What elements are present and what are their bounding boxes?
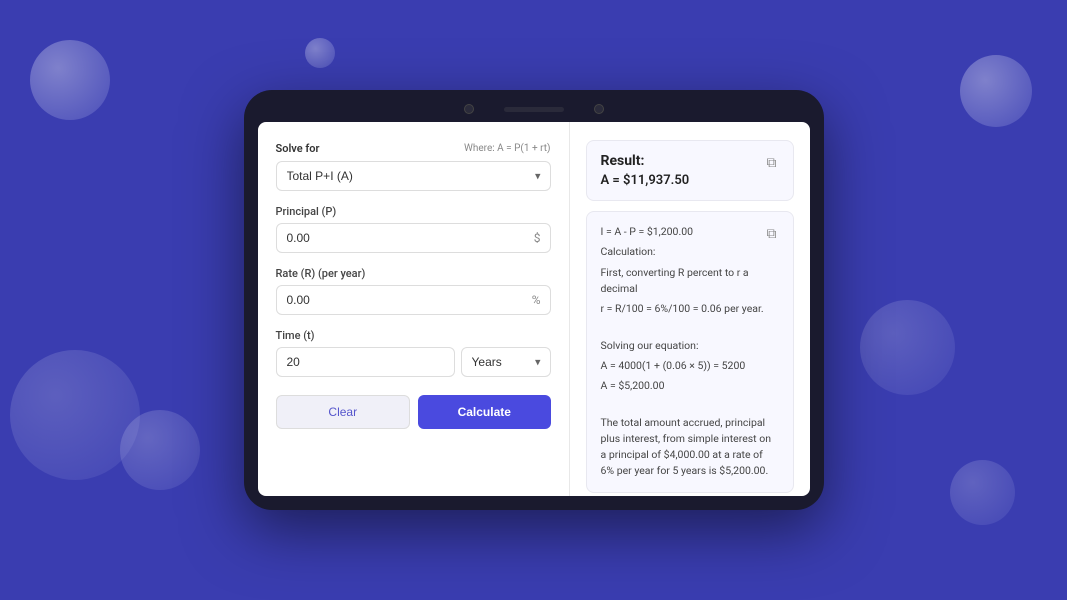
tablet-frame: Solve for Where: A = P(1 + rt) Total P+I… bbox=[244, 90, 824, 510]
rate-input[interactable] bbox=[276, 285, 551, 315]
detail-line-4: r = R/100 = 6%/100 = 0.06 per year. bbox=[601, 301, 779, 317]
detail-line-3: First, converting R percent to r a decim… bbox=[601, 265, 779, 298]
tablet-screen: Solve for Where: A = P(1 + rt) Total P+I… bbox=[258, 122, 810, 496]
result-box: Result: A = $11,937.50 ⧉ bbox=[586, 140, 794, 201]
bubble-1 bbox=[30, 40, 110, 120]
result-title: Result: bbox=[601, 153, 779, 169]
result-value: A = $11,937.50 bbox=[601, 173, 779, 188]
time-input[interactable] bbox=[276, 347, 455, 377]
time-unit-select[interactable]: Years Months Days bbox=[461, 347, 551, 377]
time-label: Time (t) bbox=[276, 329, 551, 342]
detail-line-6: Solving our equation: bbox=[601, 338, 779, 354]
tablet-top-bar bbox=[258, 104, 810, 114]
formula-hint: Where: A = P(1 + rt) bbox=[464, 143, 551, 154]
detail-line-1: I = A - P = $1,200.00 bbox=[601, 224, 779, 240]
rate-label: Rate (R) (per year) bbox=[276, 267, 551, 280]
rate-input-wrapper: % bbox=[276, 285, 551, 315]
detail-line-10: The total amount accrued, principal plus… bbox=[601, 415, 779, 480]
copy-detail-button[interactable]: ⧉ bbox=[761, 222, 783, 244]
left-panel: Solve for Where: A = P(1 + rt) Total P+I… bbox=[258, 122, 570, 496]
detail-box: ⧉ I = A - P = $1,200.00 Calculation: Fir… bbox=[586, 211, 794, 493]
speaker bbox=[504, 107, 564, 112]
clear-button[interactable]: Clear bbox=[276, 395, 411, 429]
camera bbox=[464, 104, 474, 114]
bubble-3 bbox=[960, 55, 1032, 127]
camera-right bbox=[594, 104, 604, 114]
solve-for-section: Solve for Where: A = P(1 + rt) Total P+I… bbox=[276, 142, 551, 191]
principal-input-wrapper: $ bbox=[276, 223, 551, 253]
buttons-row: Clear Calculate bbox=[276, 395, 551, 429]
time-input-wrapper: Years Months Days ▾ bbox=[276, 347, 551, 377]
solve-for-select[interactable]: Total P+I (A) Principal (P) Rate (R) Tim… bbox=[276, 161, 551, 191]
principal-label: Principal (P) bbox=[276, 205, 551, 218]
copy-result-button[interactable]: ⧉ bbox=[761, 151, 783, 173]
rate-section: Rate (R) (per year) % bbox=[276, 267, 551, 315]
right-panel: Result: A = $11,937.50 ⧉ ⧉ I = A - P = $… bbox=[570, 122, 810, 496]
time-unit-select-wrapper[interactable]: Years Months Days ▾ bbox=[461, 347, 551, 377]
calculate-button[interactable]: Calculate bbox=[418, 395, 551, 429]
detail-line-2: Calculation: bbox=[601, 244, 779, 260]
solve-for-label: Solve for bbox=[276, 142, 320, 155]
bubble-2 bbox=[305, 38, 335, 68]
detail-line-7: A = 4000(1 + (0.06 × 5)) = 5200 bbox=[601, 358, 779, 374]
bubble-4 bbox=[10, 350, 140, 480]
detail-line-8: A = $5,200.00 bbox=[601, 378, 779, 394]
time-section: Time (t) Years Months Days ▾ bbox=[276, 329, 551, 377]
principal-section: Principal (P) $ bbox=[276, 205, 551, 253]
principal-input[interactable] bbox=[276, 223, 551, 253]
bubble-5 bbox=[120, 410, 200, 490]
bubble-6 bbox=[860, 300, 955, 395]
solve-for-select-wrapper[interactable]: Total P+I (A) Principal (P) Rate (R) Tim… bbox=[276, 161, 551, 191]
solve-for-header: Solve for Where: A = P(1 + rt) bbox=[276, 142, 551, 155]
bubble-7 bbox=[950, 460, 1015, 525]
